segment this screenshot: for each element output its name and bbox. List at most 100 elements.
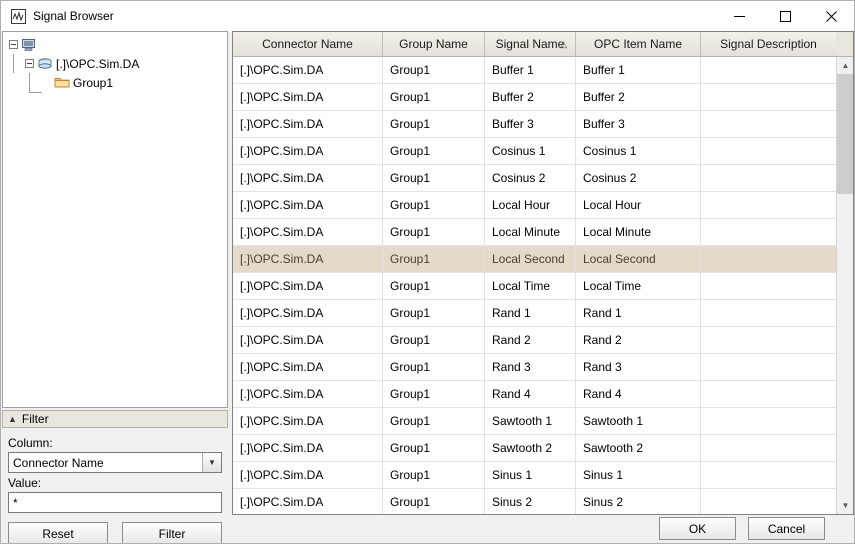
value-input[interactable]: * [8,492,222,513]
table-row[interactable]: [.]\OPC.Sim.DA Group1 Sawtooth 1 Sawtooth 1 [233,408,853,435]
cell-connector: [.]\OPC.Sim.DA [233,84,383,110]
column-label: Column: [8,436,53,450]
tree-root-node[interactable] [3,35,227,54]
cell-signal: Sinus 2 [485,489,576,514]
table-row[interactable]: [.]\OPC.Sim.DA Group1 Local Hour Local Hour [233,192,853,219]
cell-signal: Sawtooth 2 [485,435,576,461]
cell-description [701,192,836,218]
maximize-button[interactable] [762,1,808,31]
ok-button[interactable]: OK [659,517,736,540]
cell-description [701,246,836,272]
tree-node-label: Group1 [73,75,114,90]
grid-body: [.]\OPC.Sim.DA Group1 Buffer 1 Buffer 1 [.]\… [233,57,853,514]
cell-connector: [.]\OPC.Sim.DA [233,327,383,353]
chevron-down-icon[interactable]: ▼ [202,453,221,472]
cell-group: Group1 [383,462,485,488]
cell-signal: Sinus 1 [485,462,576,488]
folder-icon [54,76,70,89]
cell-connector: [.]\OPC.Sim.DA [233,435,383,461]
expander-collapse-icon[interactable] [25,59,34,68]
grid-vertical-scrollbar[interactable]: ▲ ▼ [836,57,853,514]
cell-signal: Cosinus 1 [485,138,576,164]
value-input-text: * [13,495,18,510]
close-button[interactable] [808,1,854,31]
table-row[interactable]: [.]\OPC.Sim.DA Group1 Sawtooth 2 Sawtooth 2 [233,435,853,462]
table-row[interactable]: [.]\OPC.Sim.DA Group1 Rand 2 Rand 2 [233,327,853,354]
cell-connector: [.]\OPC.Sim.DA [233,273,383,299]
cell-connector: [.]\OPC.Sim.DA [233,165,383,191]
table-row[interactable]: [.]\OPC.Sim.DA Group1 Cosinus 2 Cosinus 2 [233,165,853,192]
column-header-label: Signal Description [720,37,817,51]
cancel-button[interactable]: Cancel [748,517,825,540]
cell-group: Group1 [383,138,485,164]
window-controls [716,1,854,31]
table-row[interactable]: [.]\OPC.Sim.DA Group1 Buffer 2 Buffer 2 [233,84,853,111]
connector-tree-panel[interactable]: [.]\OPC.Sim.DA Group1 [2,31,228,408]
cell-opcitem: Rand 2 [576,327,701,353]
chevron-up-icon[interactable]: ▲ [8,414,17,424]
cell-connector: [.]\OPC.Sim.DA [233,219,383,245]
column-header-signal-description[interactable]: Signal Description [701,32,836,57]
table-row[interactable]: [.]\OPC.Sim.DA Group1 Rand 3 Rand 3 [233,354,853,381]
cell-description [701,57,836,83]
grid-rows: [.]\OPC.Sim.DA Group1 Buffer 1 Buffer 1 [.]\… [233,57,853,514]
value-label: Value: [8,476,42,490]
scrollbar-thumb[interactable] [837,74,853,194]
cell-group: Group1 [383,435,485,461]
cell-connector: [.]\OPC.Sim.DA [233,246,383,272]
cell-signal: Rand 1 [485,300,576,326]
filter-panel-header[interactable]: ▲ Filter [2,410,228,428]
cell-group: Group1 [383,300,485,326]
table-row[interactable]: [.]\OPC.Sim.DA Group1 Rand 1 Rand 1 [233,300,853,327]
cell-opcitem: Buffer 3 [576,111,701,137]
filter-button[interactable]: Filter [122,522,222,543]
cell-opcitem: Sinus 2 [576,489,701,514]
cell-opcitem: Sawtooth 2 [576,435,701,461]
minimize-button[interactable] [716,1,762,31]
table-row[interactable]: [.]\OPC.Sim.DA Group1 Sinus 2 Sinus 2 [233,489,853,514]
cell-connector: [.]\OPC.Sim.DA [233,192,383,218]
table-row[interactable]: [.]\OPC.Sim.DA Group1 Rand 4 Rand 4 [233,381,853,408]
cell-description [701,327,836,353]
cell-opcitem: Local Time [576,273,701,299]
cell-signal: Local Minute [485,219,576,245]
cell-description [701,300,836,326]
tree-node-opc-sim-da[interactable]: [.]\OPC.Sim.DA [3,54,227,73]
table-row[interactable]: [.]\OPC.Sim.DA Group1 Local Second Local Se… [233,246,853,273]
cell-group: Group1 [383,408,485,434]
column-header-group-name[interactable]: Group Name [383,32,485,57]
title-bar: Signal Browser [1,1,854,32]
scroll-up-button[interactable]: ▲ [837,57,853,74]
cell-signal: Buffer 2 [485,84,576,110]
cell-description [701,165,836,191]
cell-description [701,354,836,380]
table-row[interactable]: [.]\OPC.Sim.DA Group1 Buffer 3 Buffer 3 [233,111,853,138]
tree-node-group1[interactable]: Group1 [3,73,227,92]
expander-collapse-icon[interactable] [9,40,18,49]
signals-grid: Connector Name Group Name Signal Name △ … [232,31,854,515]
table-row[interactable]: [.]\OPC.Sim.DA Group1 Sinus 1 Sinus 1 [233,462,853,489]
column-header-connector-name[interactable]: Connector Name [233,32,383,57]
grid-header-corner [836,32,853,57]
table-row[interactable]: [.]\OPC.Sim.DA Group1 Buffer 1 Buffer 1 [233,57,853,84]
app-waveform-icon [10,8,26,24]
table-row[interactable]: [.]\OPC.Sim.DA Group1 Local Time Local Time [233,273,853,300]
cell-group: Group1 [383,246,485,272]
table-row[interactable]: [.]\OPC.Sim.DA Group1 Cosinus 1 Cosinus 1 [233,138,853,165]
cell-signal: Rand 4 [485,381,576,407]
column-header-label: OPC Item Name [593,37,683,51]
column-select[interactable]: Connector Name ▼ [8,452,222,473]
cell-group: Group1 [383,192,485,218]
column-header-signal-name[interactable]: Signal Name △ [485,32,576,57]
reset-button[interactable]: Reset [8,522,108,543]
tree-node-label: [.]\OPC.Sim.DA [56,56,140,71]
scroll-down-button[interactable]: ▼ [837,497,853,514]
column-select-value: Connector Name [13,455,104,470]
grid-header-row: Connector Name Group Name Signal Name △ … [233,32,853,57]
column-header-opc-item-name[interactable]: OPC Item Name [576,32,701,57]
table-row[interactable]: [.]\OPC.Sim.DA Group1 Local Minute Local Mi… [233,219,853,246]
cell-group: Group1 [383,381,485,407]
cell-opcitem: Sawtooth 1 [576,408,701,434]
cell-description [701,381,836,407]
cell-signal: Buffer 3 [485,111,576,137]
